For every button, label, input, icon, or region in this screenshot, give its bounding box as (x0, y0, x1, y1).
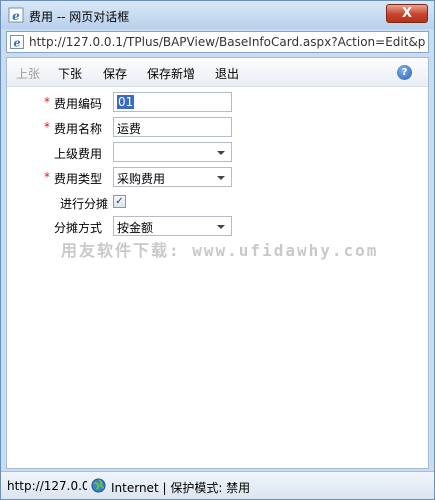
code-label: 费用编码 (54, 97, 103, 111)
chevron-down-icon[interactable] (217, 225, 225, 229)
svg-text:e: e (14, 37, 21, 50)
code-value: 01 (117, 95, 135, 109)
dialog-content: 上张 下张 保存 保存新增 退出 ? * 费用编码 01 * 费用名称 运费 上… (6, 57, 429, 469)
row-parent: 上级费用 (7, 140, 428, 164)
allocate-checkbox[interactable]: ✓ (113, 195, 126, 208)
save-new-button[interactable]: 保存新增 (147, 65, 195, 82)
type-label: 费用类型 (54, 172, 103, 186)
prev-button[interactable]: 上张 (16, 65, 40, 82)
row-type: * 费用类型 采购费用 (7, 165, 428, 189)
watermark-text: 用友软件下载: www.ufidawhy.com (61, 241, 379, 260)
name-input[interactable]: 运费 (113, 117, 232, 137)
exit-button[interactable]: 退出 (215, 65, 239, 82)
ie-page-icon: e (8, 7, 24, 23)
window-title: 费用 -- 网页对话框 (29, 10, 130, 24)
address-bar: e http://127.0.0.1/TPlus/BAPView/BaseInf… (6, 31, 429, 53)
type-select[interactable]: 采购费用 (113, 167, 232, 187)
toolbar: 上张 下张 保存 保存新增 退出 ? (7, 58, 428, 87)
required-mark: * (44, 170, 50, 184)
parent-label: 上级费用 (54, 147, 103, 161)
status-bar: http://127.0.0.1 Internet | 保护模式: 禁用 (1, 471, 434, 499)
required-mark: * (44, 120, 50, 134)
chevron-down-icon[interactable] (217, 151, 225, 155)
row-name: * 费用名称 运费 (7, 115, 428, 139)
code-input[interactable]: 01 (113, 92, 232, 112)
method-label: 分摊方式 (54, 221, 103, 235)
row-code: * 费用编码 01 (7, 90, 428, 114)
dialog-window: e 费用 -- 网页对话框 X e http://127.0.0.1/TPlus… (0, 0, 435, 500)
parent-select[interactable] (113, 142, 232, 162)
chevron-down-icon[interactable] (217, 176, 225, 180)
row-allocate: 进行分摊 ✓ (7, 190, 428, 214)
row-method: 分摊方式 按金额 (7, 214, 428, 238)
method-value: 按金额 (117, 221, 154, 235)
status-url: http://127.0.0.1 (7, 479, 87, 493)
security-zone: Internet | 保护模式: 禁用 (111, 481, 251, 495)
ie-page-icon: e (10, 35, 24, 49)
title-bar: e 费用 -- 网页对话框 X (1, 1, 434, 29)
help-icon[interactable]: ? (397, 65, 412, 80)
globe-icon (91, 478, 106, 493)
required-mark: * (44, 95, 50, 109)
address-url: http://127.0.0.1/TPlus/BAPView/BaseInfoC… (29, 35, 426, 49)
svg-text:e: e (12, 9, 20, 23)
method-select[interactable]: 按金额 (113, 216, 232, 236)
next-button[interactable]: 下张 (58, 65, 82, 82)
name-label: 费用名称 (54, 122, 103, 136)
close-button[interactable]: X (386, 4, 428, 23)
name-value: 运费 (117, 122, 142, 136)
save-button[interactable]: 保存 (103, 65, 127, 82)
allocate-label: 进行分摊 (60, 197, 109, 211)
type-value: 采购费用 (117, 172, 166, 186)
